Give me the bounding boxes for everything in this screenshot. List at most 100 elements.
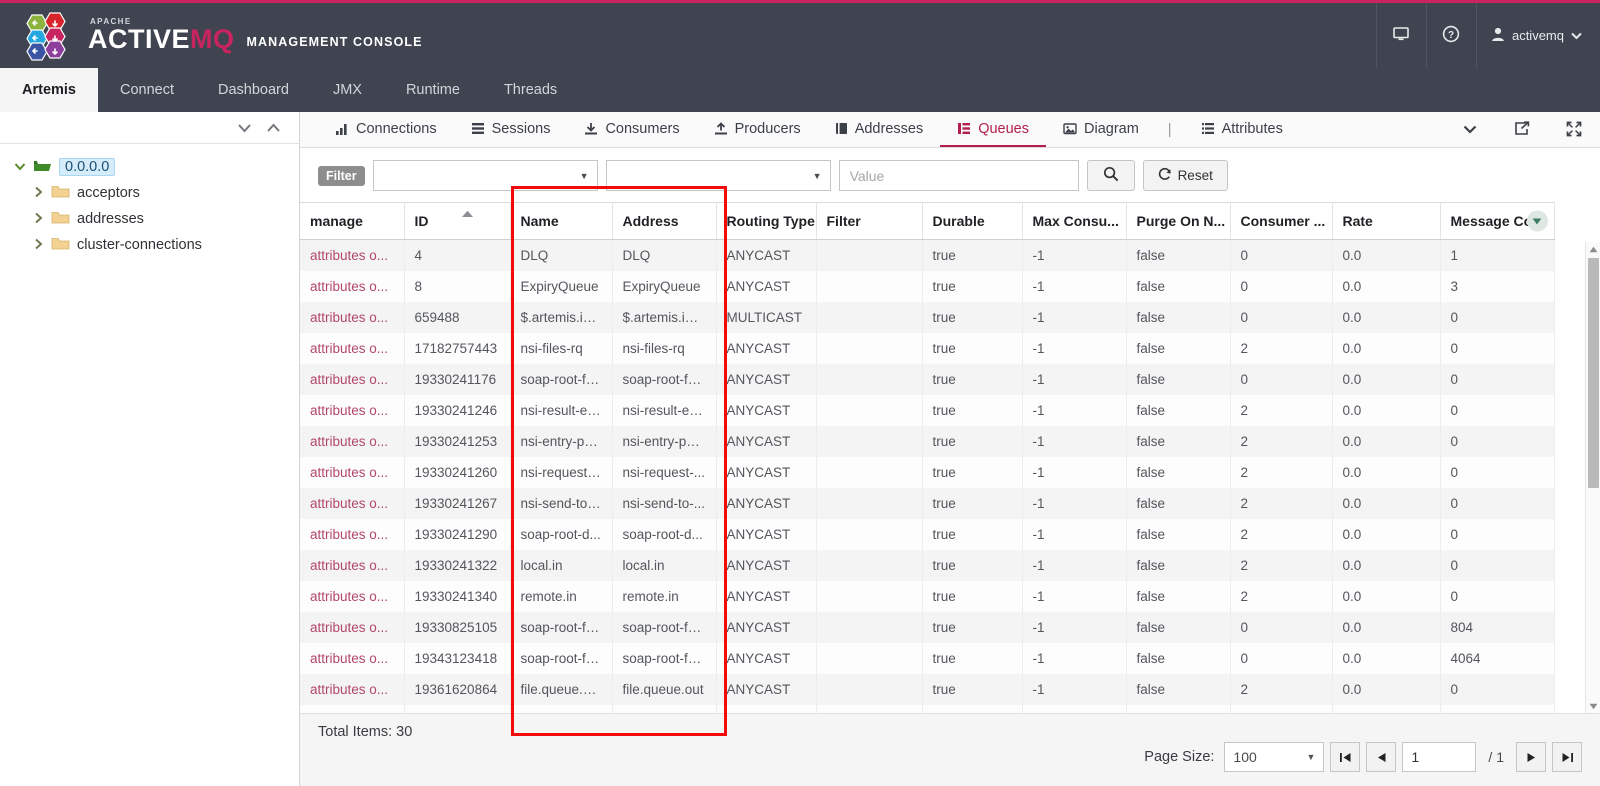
attributes-operations-link[interactable]: attributes o... — [310, 620, 388, 635]
col-id[interactable]: ID — [404, 202, 511, 240]
attributes-operations-link[interactable]: attributes o... — [310, 465, 388, 480]
scroll-up-arrow-icon[interactable] — [1586, 242, 1600, 256]
chevron-right-icon[interactable] — [32, 186, 44, 201]
tab-connections[interactable]: Connections — [318, 112, 454, 147]
help-button[interactable]: ? — [1425, 3, 1476, 68]
tree-node-acceptors[interactable]: acceptors — [14, 180, 299, 206]
table-row[interactable]: attributes o... 19330241322 local.in local.… — [300, 550, 1555, 581]
previous-page-button[interactable] — [1366, 742, 1397, 772]
tab-consumers[interactable]: Consumers — [567, 112, 696, 147]
filter-circle-icon[interactable] — [1526, 210, 1548, 232]
next-page-button[interactable] — [1516, 742, 1546, 772]
first-page-button[interactable] — [1330, 742, 1361, 772]
monitor-button[interactable] — [1375, 3, 1426, 68]
attributes-operations-link[interactable]: attributes o... — [310, 403, 388, 418]
nav-item-runtime[interactable]: Runtime — [384, 68, 482, 112]
fullscreen-button[interactable] — [1548, 112, 1600, 147]
cell-manage[interactable]: attributes o... — [300, 674, 405, 705]
attributes-operations-link[interactable]: attributes o... — [310, 248, 388, 263]
cell-manage[interactable]: attributes o... — [300, 581, 405, 612]
nav-item-artemis[interactable]: Artemis — [0, 68, 98, 112]
col-max-consumers[interactable]: Max Consu... — [1022, 202, 1127, 240]
table-vertical-scrollbar[interactable] — [1585, 242, 1600, 713]
attributes-operations-link[interactable]: attributes o... — [310, 496, 388, 511]
page-number-input[interactable] — [1402, 742, 1477, 772]
filter-field-select[interactable]: ▼ — [372, 160, 598, 191]
col-name[interactable]: Name — [510, 202, 613, 240]
table-row[interactable]: attributes o... 19343123418 soap-root-fz..… — [300, 643, 1555, 674]
chevron-right-icon[interactable] — [32, 238, 44, 253]
cell-manage[interactable]: attributes o... — [300, 457, 405, 488]
scroll-down-arrow-icon[interactable] — [1586, 699, 1600, 713]
table-row[interactable]: attributes o... 19330241253 nsi-entry-poi.… — [300, 426, 1555, 457]
attributes-operations-link[interactable]: attributes o... — [310, 310, 388, 325]
cell-manage[interactable]: attributes o... — [300, 612, 405, 643]
attributes-operations-link[interactable]: attributes o... — [310, 341, 388, 356]
filter-chip-button[interactable]: Filter — [318, 165, 365, 186]
attributes-operations-link[interactable]: attributes o... — [310, 682, 388, 697]
col-rate[interactable]: Rate — [1332, 202, 1441, 240]
table-row[interactable]: attributes o... 19330241340 remote.in remot… — [300, 581, 1555, 612]
page-size-select[interactable]: 100 ▼ — [1224, 742, 1325, 772]
table-row[interactable]: attributes o... 19330241260 nsi-request-..… — [300, 457, 1555, 488]
table-row[interactable]: attributes o... 19330241246 nsi-result-en.… — [300, 395, 1555, 426]
user-menu-button[interactable]: activemq — [1475, 3, 1600, 68]
nav-item-threads[interactable]: Threads — [482, 68, 579, 112]
chevron-down-icon[interactable] — [237, 121, 252, 135]
scrollbar-thumb[interactable] — [1588, 258, 1599, 488]
table-row[interactable]: attributes o... 19330241176 soap-root-fz..… — [300, 364, 1555, 395]
table-row[interactable]: attributes o... 19330241290 soap-root-d...… — [300, 519, 1555, 550]
share-button[interactable] — [1496, 112, 1548, 147]
chevron-down-icon[interactable] — [14, 160, 26, 174]
attributes-operations-link[interactable]: attributes o... — [310, 372, 388, 387]
chevron-up-icon[interactable] — [266, 121, 281, 135]
cell-manage[interactable]: attributes o... — [300, 519, 405, 550]
search-button[interactable] — [1086, 160, 1135, 191]
tab-queues[interactable]: Queues — [940, 112, 1046, 147]
chevron-right-icon[interactable] — [32, 212, 44, 227]
cell-manage[interactable]: attributes o... — [300, 271, 405, 302]
tab-attributes[interactable]: Attributes — [1184, 112, 1300, 147]
nav-item-dashboard[interactable]: Dashboard — [196, 68, 311, 112]
last-page-button[interactable] — [1552, 742, 1582, 772]
nav-item-connect[interactable]: Connect — [98, 68, 196, 112]
filter-operator-select[interactable]: ▼ — [605, 160, 831, 191]
col-purge-on-no-consumers[interactable]: Purge On N... — [1126, 202, 1231, 240]
tab-diagram[interactable]: Diagram — [1046, 112, 1156, 147]
reset-button[interactable]: Reset — [1142, 160, 1228, 191]
cell-manage[interactable]: attributes o... — [300, 426, 405, 457]
col-durable[interactable]: Durable — [922, 202, 1023, 240]
col-address[interactable]: Address — [612, 202, 717, 240]
attributes-operations-link[interactable]: attributes o... — [310, 589, 388, 604]
cell-manage[interactable]: attributes o... — [300, 364, 405, 395]
attributes-operations-link[interactable]: attributes o... — [310, 651, 388, 666]
nav-item-jmx[interactable]: JMX — [311, 68, 384, 112]
tree-node-addresses[interactable]: addresses — [14, 206, 299, 232]
table-row[interactable]: attributes o... 19361620864 file.queue.out… — [300, 674, 1555, 705]
tab-producers[interactable]: Producers — [697, 112, 818, 147]
tab-sessions[interactable]: Sessions — [454, 112, 568, 147]
brand-logo-group[interactable]: APACHE ACTIVE MQ MANAGEMENT CONSOLE — [0, 11, 423, 61]
cell-manage[interactable]: attributes o... — [300, 333, 405, 364]
col-consumer-count[interactable]: Consumer ... — [1230, 202, 1333, 240]
table-row[interactable]: attributes o... 19330241267 nsi-send-to-..… — [300, 488, 1555, 519]
filter-value-input[interactable] — [838, 160, 1079, 191]
cell-manage[interactable]: attributes o... — [300, 239, 405, 271]
cell-manage[interactable]: attributes o... — [300, 643, 405, 674]
cell-manage[interactable]: attributes o... — [300, 705, 405, 713]
table-row[interactable]: attributes o... 8 ExpiryQueue ExpiryQueue AN… — [300, 271, 1555, 302]
col-filter[interactable]: Filter — [816, 202, 923, 240]
table-row[interactable]: attributes o... 19330825105 soap-root-fz..… — [300, 612, 1555, 643]
col-routing-type[interactable]: Routing Type — [716, 202, 817, 240]
col-message-count[interactable]: Message Co... — [1440, 202, 1555, 240]
col-manage[interactable]: manage — [300, 202, 405, 240]
attributes-operations-link[interactable]: attributes o... — [310, 279, 388, 294]
table-row[interactable]: attributes o... 4 DLQ DLQ ANYCAST true -1 false… — [300, 239, 1555, 271]
cell-manage[interactable]: attributes o... — [300, 550, 405, 581]
tree-node-cluster-connections[interactable]: cluster-connections — [14, 232, 299, 258]
table-row[interactable]: attributes o... 17182757443 nsi-files-rq ns… — [300, 333, 1555, 364]
attributes-operations-link[interactable]: attributes o... — [310, 434, 388, 449]
tab-addresses[interactable]: Addresses — [818, 112, 941, 147]
cell-manage[interactable]: attributes o... — [300, 395, 405, 426]
attributes-operations-link[interactable]: attributes o... — [310, 527, 388, 542]
